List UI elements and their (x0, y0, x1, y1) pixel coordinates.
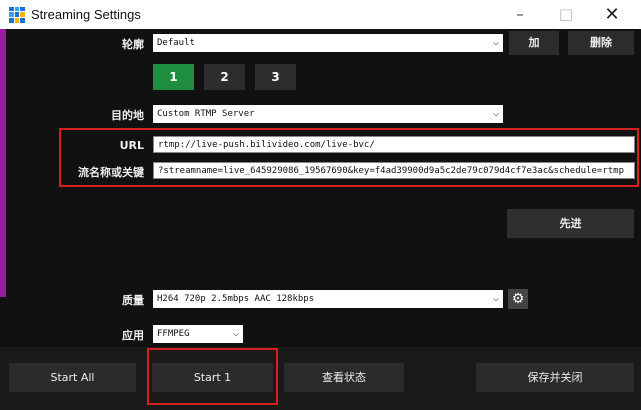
application-select-value: FFMPEG (157, 329, 190, 339)
accent-strip (0, 29, 6, 297)
tab-2[interactable]: 2 (204, 64, 245, 90)
chevron-down-icon: ⌵ (492, 293, 499, 304)
quality-select-value: H264 720p 2.5mbps AAC 128kbps (157, 294, 315, 304)
chevron-down-icon: ⌵ (232, 328, 239, 339)
profile-select[interactable]: Default ⌵ (153, 34, 503, 52)
save-and-close-button[interactable]: 保存并关闭 (476, 363, 634, 392)
highlight-box-start-1 (147, 348, 278, 405)
start-all-button[interactable]: Start All (9, 363, 136, 392)
stream-key-input[interactable]: ?streamname=live_645929086_19567690&key=… (153, 162, 635, 179)
chevron-down-icon: ⌵ (492, 108, 499, 119)
quality-label: 质量 (122, 294, 144, 307)
minimize-button[interactable]: – (497, 0, 543, 29)
application-label: 应用 (122, 329, 144, 342)
application-select[interactable]: FFMPEG ⌵ (153, 325, 243, 343)
destination-select[interactable]: Custom RTMP Server ⌵ (153, 105, 503, 123)
gear-icon[interactable]: ⚙ (508, 289, 528, 309)
stream-key-label: 流名称或关键 (78, 166, 144, 179)
window-title: Streaming Settings (31, 7, 141, 22)
view-status-button[interactable]: 查看状态 (284, 363, 404, 392)
add-profile-button[interactable]: 加 (509, 31, 559, 55)
quality-select[interactable]: H264 720p 2.5mbps AAC 128kbps ⌵ (153, 290, 503, 308)
app-grid-icon (9, 6, 25, 23)
close-button[interactable]: ✕ (589, 0, 635, 29)
streaming-settings-window: Streaming Settings – □ ✕ 轮廓 Default ⌵ 加 … (0, 0, 641, 410)
destination-select-value: Custom RTMP Server (157, 109, 255, 119)
maximize-button[interactable]: □ (543, 0, 589, 29)
advanced-button[interactable]: 先进 (507, 209, 634, 238)
profile-label: 轮廓 (122, 38, 144, 51)
url-label: URL (119, 139, 144, 152)
profile-select-value: Default (157, 38, 195, 48)
tab-3[interactable]: 3 (255, 64, 296, 90)
url-input[interactable]: rtmp://live-push.bilivideo.com/live-bvc/ (153, 136, 635, 153)
destination-label: 目的地 (111, 109, 144, 122)
chevron-down-icon: ⌵ (492, 37, 499, 48)
tab-1[interactable]: 1 (153, 64, 194, 90)
delete-profile-button[interactable]: 删除 (568, 31, 634, 55)
title-bar: Streaming Settings – □ ✕ (0, 0, 641, 30)
